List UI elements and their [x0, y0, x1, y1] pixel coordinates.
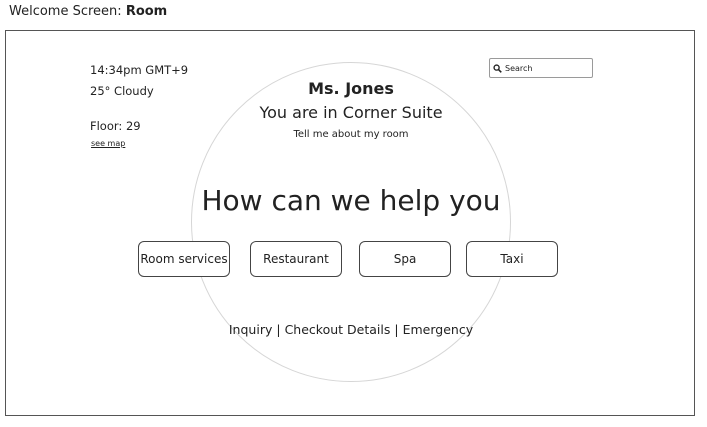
search-icon	[493, 63, 502, 73]
footer-links: Inquiry | Checkout Details | Emergency	[191, 322, 511, 337]
see-map-link[interactable]: see map	[91, 139, 125, 148]
floor-text: Floor: 29	[90, 119, 141, 133]
page-title-screen-name: Room	[125, 4, 168, 19]
help-heading: How can we help you	[201, 184, 501, 217]
weather-text: 25° Cloudy	[90, 84, 154, 98]
room-services-button[interactable]: Room services	[138, 241, 230, 277]
page-title: Welcome Screen: Room	[9, 4, 167, 19]
footer-separator: |	[394, 322, 399, 337]
footer-separator: |	[276, 322, 281, 337]
restaurant-button[interactable]: Restaurant	[250, 241, 342, 277]
search-box[interactable]	[489, 58, 593, 78]
page-title-prefix: Welcome Screen:	[9, 4, 126, 19]
search-input[interactable]	[505, 63, 585, 73]
spa-button[interactable]: Spa	[359, 241, 451, 277]
checkout-details-link[interactable]: Checkout Details	[285, 322, 391, 337]
inquiry-link[interactable]: Inquiry	[229, 322, 272, 337]
emergency-link[interactable]: Emergency	[403, 322, 474, 337]
tell-me-about-room-link[interactable]: Tell me about my room	[191, 129, 511, 140]
taxi-button[interactable]: Taxi	[466, 241, 558, 277]
guest-name: Ms. Jones	[308, 79, 394, 98]
time-text: 14:34pm GMT+9	[90, 63, 189, 77]
room-location: You are in Corner Suite	[259, 103, 443, 122]
